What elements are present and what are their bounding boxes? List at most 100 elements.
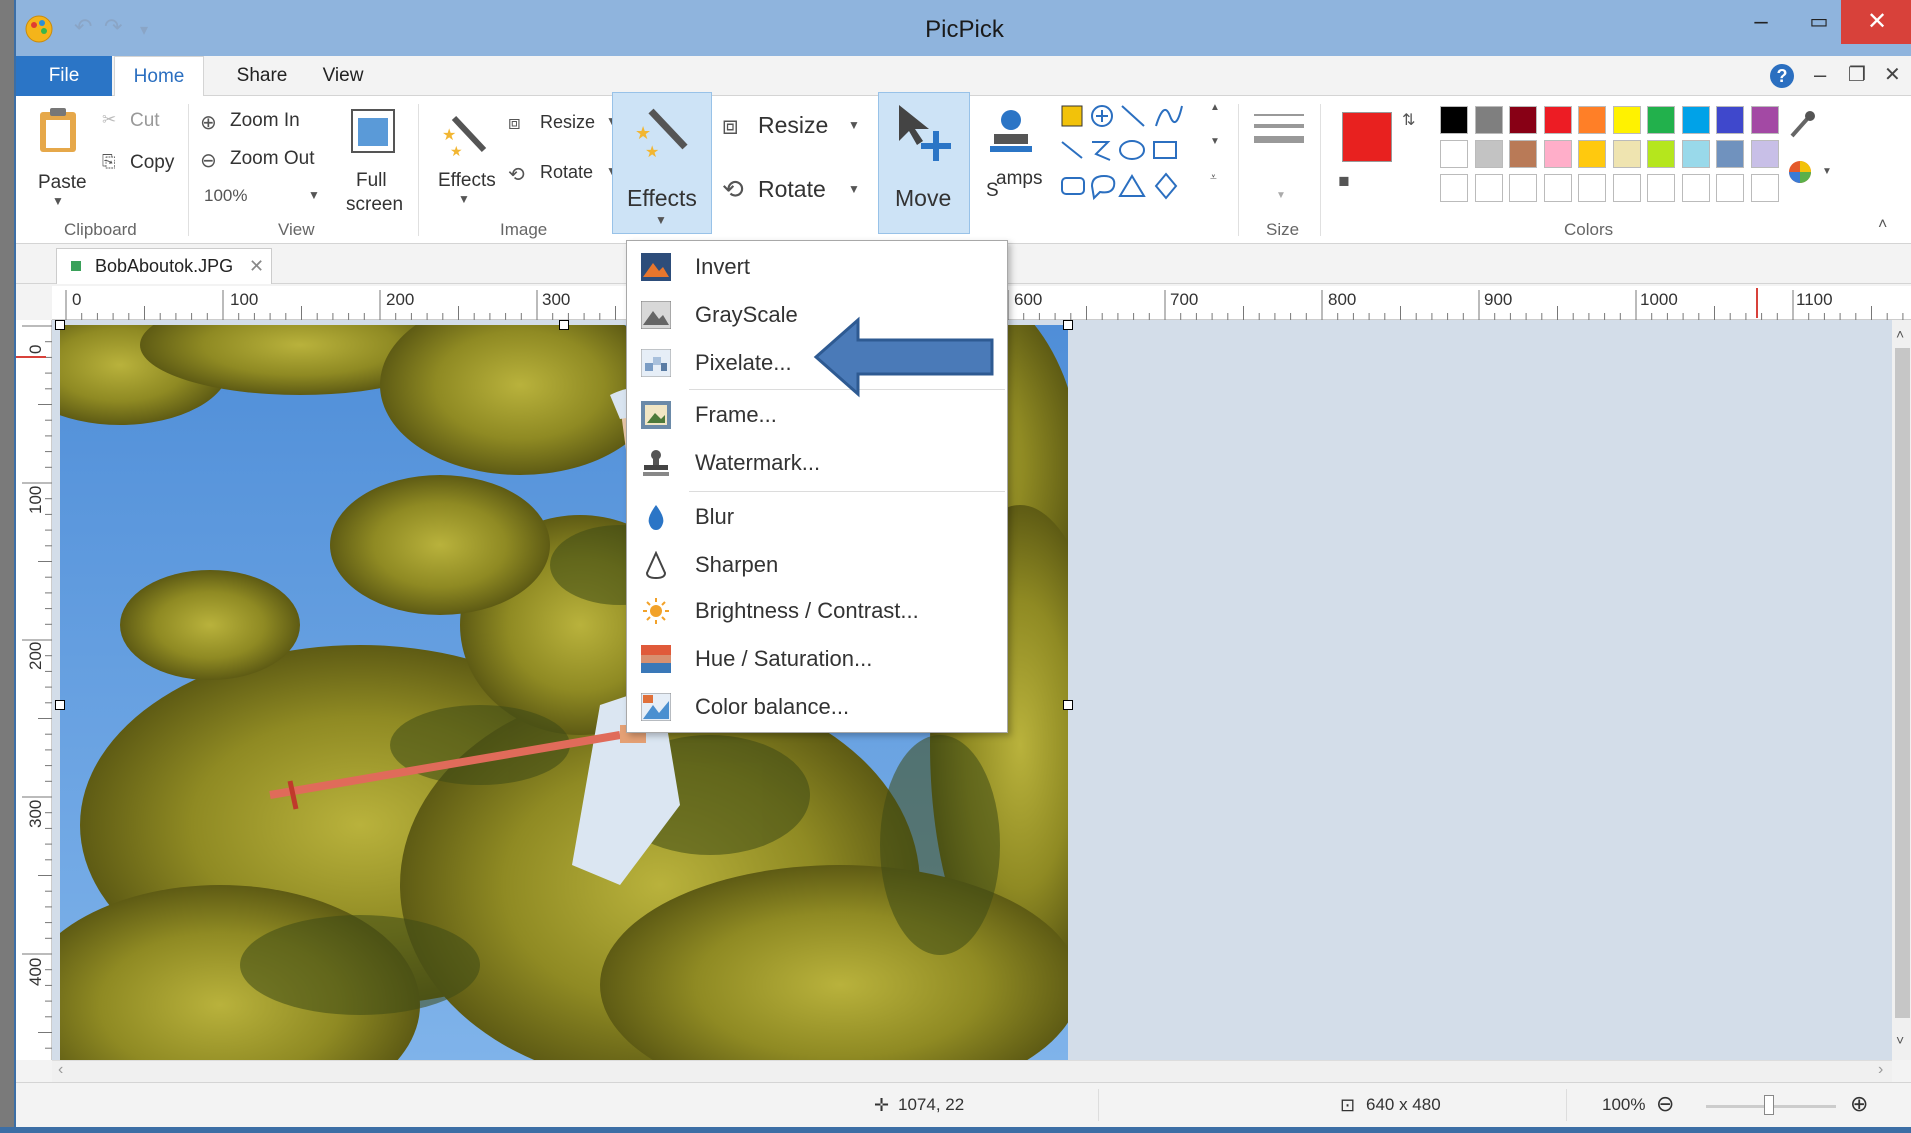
zoom-slider-thumb[interactable] xyxy=(1764,1095,1774,1115)
resize-big-dropdown-icon[interactable]: ▼ xyxy=(848,118,860,132)
color-swatch[interactable] xyxy=(1474,106,1503,134)
custom-color-swatch[interactable] xyxy=(1716,174,1744,202)
tab-share[interactable]: Share xyxy=(222,56,302,96)
resize-handle[interactable] xyxy=(1063,700,1073,710)
help-icon[interactable]: ? xyxy=(1768,62,1796,90)
full-screen-button[interactable]: Full screen xyxy=(336,100,408,218)
image-resize-button[interactable]: Resize xyxy=(540,112,595,133)
zoom-out-status-icon[interactable]: ⊖ xyxy=(1656,1091,1674,1117)
ribbon-close-icon[interactable]: ✕ xyxy=(1884,62,1901,87)
resize-handle[interactable] xyxy=(559,320,569,330)
custom-color-swatch[interactable] xyxy=(1750,174,1779,202)
zoom-out-button[interactable]: Zoom Out xyxy=(230,148,314,170)
color-swatch[interactable] xyxy=(1543,140,1572,168)
menu-item-color-balance[interactable]: Color balance... xyxy=(627,685,1007,729)
size-dropdown-icon[interactable]: ▼ xyxy=(1276,190,1286,201)
color-swatch[interactable] xyxy=(1509,140,1537,168)
color-swatch[interactable] xyxy=(1612,106,1641,134)
color-swatch[interactable] xyxy=(1681,106,1710,134)
svg-text:★: ★ xyxy=(635,123,651,143)
resize-handle[interactable] xyxy=(1063,320,1073,330)
menu-item-blur[interactable]: Blur xyxy=(627,495,1007,539)
shapes-more-icon[interactable]: ⩡ xyxy=(1210,170,1217,185)
tab-file[interactable]: File xyxy=(16,56,112,96)
primary-color-swatch[interactable] xyxy=(1342,112,1392,162)
shapes-scroll-up-icon[interactable]: ▲ xyxy=(1210,102,1220,113)
vertical-scroll-thumb[interactable] xyxy=(1895,348,1910,1018)
custom-color-swatch[interactable] xyxy=(1543,174,1572,202)
tab-view[interactable]: View xyxy=(308,56,378,96)
custom-color-swatch[interactable] xyxy=(1440,174,1468,202)
custom-color-swatch[interactable] xyxy=(1612,174,1641,202)
rotate-big-button[interactable]: Rotate xyxy=(758,176,826,203)
custom-color-swatch[interactable] xyxy=(1681,174,1710,202)
color-swatch[interactable] xyxy=(1750,106,1779,134)
color-swatch[interactable] xyxy=(1578,106,1606,134)
minimize-button[interactable]: – xyxy=(1732,0,1790,44)
document-tab[interactable]: BobAboutok.JPG ✕ xyxy=(56,248,272,284)
menu-item-watermark[interactable]: Watermark... xyxy=(627,441,1007,485)
line-size-icon[interactable] xyxy=(1252,112,1306,156)
color-swatch[interactable] xyxy=(1716,140,1744,168)
color-swatch[interactable] xyxy=(1750,140,1779,168)
color-swatch[interactable] xyxy=(1543,106,1572,134)
tab-home[interactable]: Home xyxy=(114,56,204,97)
reset-colors-icon[interactable]: ◼ xyxy=(1338,172,1350,189)
cut-button[interactable]: Cut xyxy=(130,110,160,132)
color-swatch[interactable] xyxy=(1647,140,1675,168)
ribbon: Paste ▼ ✂ Cut ⎘ Copy Clipboard ⊕ Zoom In… xyxy=(16,92,1911,244)
custom-color-swatch[interactable] xyxy=(1509,174,1537,202)
scroll-left-icon[interactable]: ‹ xyxy=(58,1061,63,1079)
custom-color-swatch[interactable] xyxy=(1474,174,1503,202)
paste-button[interactable]: Paste ▼ xyxy=(24,100,92,218)
resize-handle[interactable] xyxy=(55,320,65,330)
color-swatch[interactable] xyxy=(1578,140,1606,168)
close-tab-icon[interactable]: ✕ xyxy=(249,249,264,283)
image-effects-button[interactable]: ★ ★ Effects ▼ xyxy=(426,100,500,218)
menu-item-invert[interactable]: Invert xyxy=(627,245,1007,289)
shapes-gallery[interactable] xyxy=(1056,100,1206,208)
scroll-down-icon[interactable]: ˅ xyxy=(1896,1032,1904,1048)
horizontal-scrollbar[interactable]: ‹ › xyxy=(52,1060,1892,1082)
zoom-in-button[interactable]: Zoom In xyxy=(230,110,300,132)
stamps-button[interactable]: amps xyxy=(996,168,1042,190)
shapes-scroll-down-icon[interactable]: ▼ xyxy=(1210,136,1220,147)
close-button[interactable]: ✕ xyxy=(1841,0,1911,44)
color-swatch[interactable] xyxy=(1474,140,1503,168)
color-swatch[interactable] xyxy=(1440,140,1468,168)
zoom-level-dropdown-icon[interactable]: ▼ xyxy=(308,188,320,202)
color-picker-icon[interactable] xyxy=(1786,158,1814,186)
menu-item-frame[interactable]: Frame... xyxy=(627,393,1007,437)
menu-item-brightness-contrast[interactable]: Brightness / Contrast... xyxy=(627,589,1007,633)
vertical-scrollbar[interactable]: ˄ ˅ xyxy=(1892,320,1911,1060)
resize-handle[interactable] xyxy=(55,700,65,710)
zoom-in-status-icon[interactable]: ⊕ xyxy=(1850,1091,1868,1117)
image-rotate-button[interactable]: Rotate xyxy=(540,162,593,183)
color-swatch[interactable] xyxy=(1509,106,1537,134)
menu-item-sharpen[interactable]: Sharpen xyxy=(627,543,1007,587)
zoom-level-select[interactable]: 100% xyxy=(204,186,247,206)
color-swatch[interactable] xyxy=(1681,140,1710,168)
custom-color-swatch[interactable] xyxy=(1578,174,1606,202)
custom-color-swatch[interactable] xyxy=(1647,174,1675,202)
effects-button[interactable]: ★ ★ Effects ▼ xyxy=(612,92,712,234)
menu-item-hue-saturation[interactable]: Hue / Saturation... xyxy=(627,637,1007,681)
ribbon-minimize-icon[interactable]: – xyxy=(1814,62,1826,88)
color-swatch[interactable] xyxy=(1647,106,1675,134)
color-swatch[interactable] xyxy=(1612,140,1641,168)
swap-colors-icon[interactable]: ⇅ xyxy=(1402,110,1415,130)
color-swatch[interactable] xyxy=(1716,106,1744,134)
color-picker-dropdown-icon[interactable]: ▼ xyxy=(1822,166,1832,177)
collapse-ribbon-icon[interactable]: ˄ xyxy=(1878,216,1887,234)
copy-button[interactable]: Copy xyxy=(130,152,174,174)
rotate-big-dropdown-icon[interactable]: ▼ xyxy=(848,182,860,196)
resize-big-button[interactable]: Resize xyxy=(758,112,828,139)
ribbon-restore-icon[interactable]: ❐ xyxy=(1848,62,1866,87)
maximize-button[interactable]: ▭ xyxy=(1790,0,1848,44)
group-divider xyxy=(1320,104,1321,236)
color-swatch[interactable] xyxy=(1440,106,1468,134)
eyedropper-icon[interactable] xyxy=(1788,108,1816,140)
move-button[interactable]: Move xyxy=(878,92,970,234)
scroll-right-icon[interactable]: › xyxy=(1878,1061,1883,1079)
scroll-up-icon[interactable]: ˄ xyxy=(1896,326,1904,342)
